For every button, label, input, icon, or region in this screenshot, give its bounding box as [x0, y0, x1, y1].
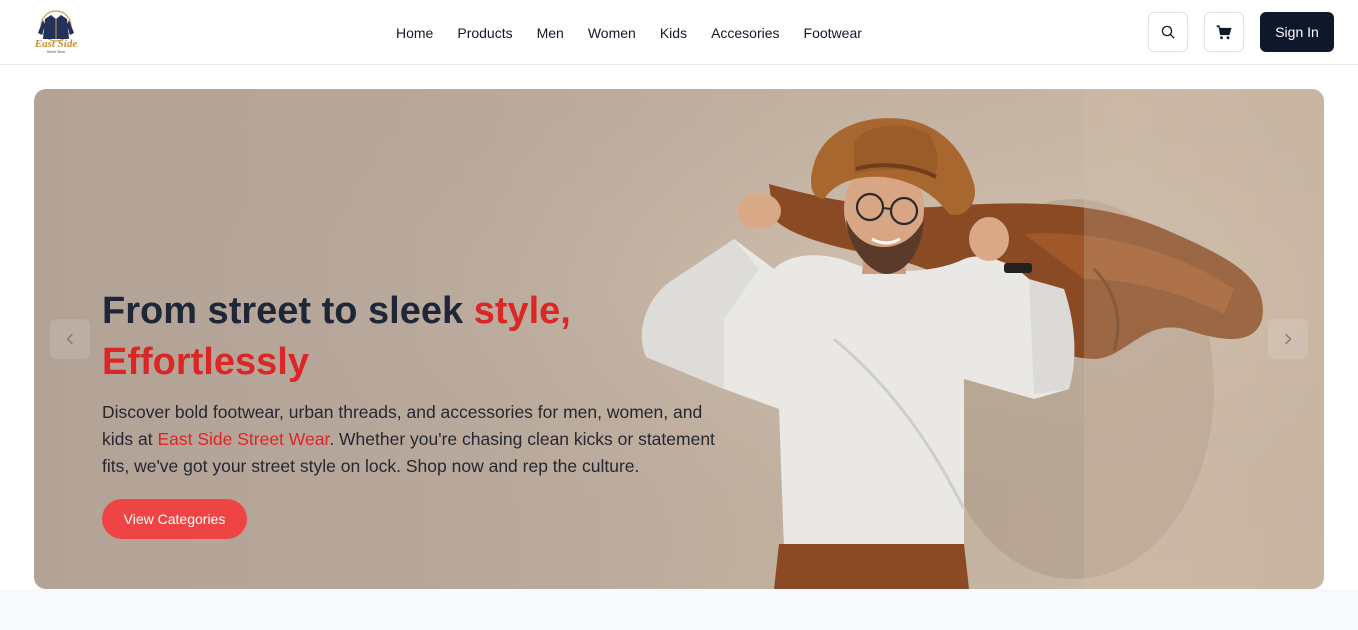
nav-item-home[interactable]: Home	[396, 25, 433, 41]
carousel-prev-button[interactable]	[50, 319, 90, 359]
section-background	[0, 589, 1358, 630]
cart-icon	[1216, 24, 1232, 39]
site-header: East Side Street Wear Home Products Men …	[0, 0, 1358, 65]
svg-text:East Side: East Side	[34, 38, 78, 50]
search-button[interactable]	[1148, 12, 1188, 52]
chevron-left-icon	[66, 333, 73, 345]
chevron-right-icon	[1285, 333, 1292, 345]
view-categories-button[interactable]: View Categories	[102, 499, 247, 539]
hero-title: From street to sleek style, Effortlessly	[102, 286, 662, 388]
cart-button[interactable]	[1204, 12, 1244, 52]
svg-text:Street Wear: Street Wear	[47, 50, 66, 54]
hero-description: Discover bold footwear, urban threads, a…	[102, 399, 732, 480]
nav-item-accesories[interactable]: Accesories	[711, 25, 779, 41]
search-icon	[1161, 25, 1175, 39]
brand-logo[interactable]: East Side Street Wear	[30, 9, 82, 55]
nav-item-footwear[interactable]: Footwear	[804, 25, 862, 41]
logo-jacket-icon: East Side Street Wear	[34, 10, 78, 54]
nav-item-men[interactable]: Men	[537, 25, 564, 41]
nav-item-women[interactable]: Women	[588, 25, 636, 41]
sign-in-button[interactable]: Sign In	[1260, 12, 1334, 52]
main-nav: Home Products Men Women Kids Accesories …	[396, 0, 862, 65]
nav-item-products[interactable]: Products	[457, 25, 512, 41]
carousel-next-button[interactable]	[1268, 319, 1308, 359]
nav-item-kids[interactable]: Kids	[660, 25, 687, 41]
hero-title-main: From street to sleek	[102, 290, 474, 332]
hero-desc-brand[interactable]: East Side Street Wear	[157, 429, 329, 449]
hero-carousel: From street to sleek style, Effortlessly…	[34, 89, 1324, 589]
